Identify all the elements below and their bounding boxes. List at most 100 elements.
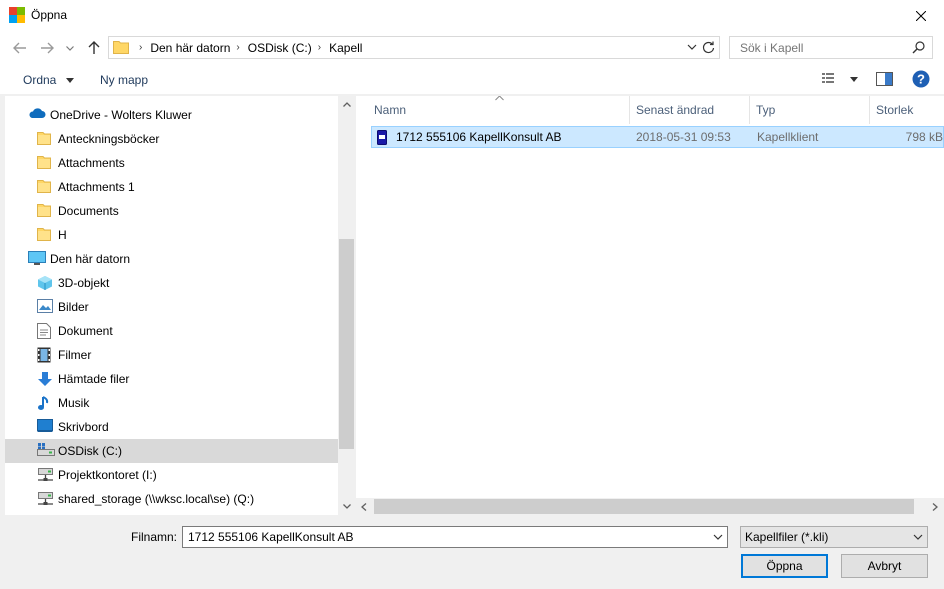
address-bar[interactable]: › Den här datorn › OSDisk (C:) › Kapell	[108, 36, 720, 59]
sidebar-item-label: Filmer	[58, 348, 92, 362]
sidebar-item[interactable]: Musik	[5, 391, 338, 415]
column-header-name[interactable]: Namn	[374, 96, 406, 124]
open-button[interactable]: Öppna	[741, 554, 828, 578]
chevron-left-icon[interactable]	[361, 503, 367, 511]
pictures-icon	[37, 299, 53, 315]
sidebar-item[interactable]: Skrivbord	[5, 415, 338, 439]
sidebar-item-label: shared_storage (\\wksc.local\se) (Q:)	[58, 492, 255, 506]
column-divider[interactable]	[629, 96, 630, 124]
window-title: Öppna	[31, 8, 68, 22]
file-row[interactable]: 1712 555106 KapellKonsult AB 2018-05-31 …	[371, 126, 944, 148]
scroll-thumb[interactable]	[374, 499, 914, 514]
sidebar-item-label: Skrivbord	[58, 420, 109, 434]
filename-input[interactable]	[186, 529, 701, 545]
breadcrumb-item-this-pc[interactable]: Den här datorn	[150, 41, 230, 55]
cloud-icon	[28, 107, 46, 123]
network-drive-icon	[37, 467, 53, 483]
column-divider[interactable]	[749, 96, 750, 124]
breadcrumb-item-kapell[interactable]: Kapell	[329, 41, 362, 55]
network-drive-icon	[37, 491, 53, 507]
scroll-down-button[interactable]	[338, 498, 355, 515]
folder-icon	[113, 41, 129, 54]
svg-text:?: ?	[917, 72, 925, 87]
sidebar-item[interactable]: Attachments 1	[5, 175, 338, 199]
sidebar-item[interactable]: Filmer	[5, 343, 338, 367]
sidebar-item[interactable]: Documents	[5, 199, 338, 223]
view-options-button[interactable]	[821, 71, 859, 88]
column-header-modified[interactable]: Senast ändrad	[636, 96, 714, 124]
file-type: Kapellklient	[757, 130, 819, 144]
sidebar-item[interactable]: H	[5, 223, 338, 247]
drive-icon	[37, 443, 55, 459]
sidebar-item[interactable]: Dokument	[5, 319, 338, 343]
sidebar-item[interactable]: OneDrive - Wolters Kluwer	[5, 103, 338, 127]
sidebar-item[interactable]: Bilder	[5, 295, 338, 319]
chevron-right-icon[interactable]	[932, 503, 938, 511]
filename-combobox[interactable]	[182, 526, 728, 548]
sidebar-item[interactable]: Attachments	[5, 151, 338, 175]
cancel-button[interactable]: Avbryt	[841, 554, 928, 578]
folder-icon	[37, 131, 53, 147]
file-modified: 2018-05-31 09:53	[636, 130, 731, 144]
sidebar-item[interactable]: Projektkontoret (I:)	[5, 463, 338, 487]
column-header-size[interactable]: Storlek	[876, 96, 913, 124]
forward-button[interactable]	[38, 39, 56, 57]
search-box[interactable]	[729, 36, 933, 59]
arrow-up-icon	[88, 41, 100, 54]
sidebar-item[interactable]: shared_storage (\\wksc.local\se) (Q:)	[5, 487, 338, 511]
help-icon: ?	[912, 70, 930, 88]
close-button[interactable]	[898, 0, 944, 31]
sidebar-item-label: Bilder	[58, 300, 89, 314]
film-icon	[37, 347, 53, 363]
computer-icon	[28, 251, 46, 267]
download-icon	[37, 371, 53, 387]
navigation-pane[interactable]: OneDrive - Wolters Kluwer Anteckningsböck…	[5, 96, 338, 515]
scroll-thumb[interactable]	[339, 239, 354, 449]
filetype-select[interactable]: Kapellfiler (*.kli)	[740, 526, 928, 548]
sidebar-item[interactable]: 3D-objekt	[5, 271, 338, 295]
file-list[interactable]: Namn Senast ändrad Typ Storlek 1712 5551…	[356, 96, 944, 515]
scroll-up-button[interactable]	[338, 96, 355, 113]
sidebar-item[interactable]: Den här datorn	[5, 247, 338, 271]
sidebar-item-label: Den här datorn	[50, 252, 131, 266]
search-input[interactable]	[738, 39, 908, 56]
column-header-type[interactable]: Typ	[756, 96, 775, 124]
help-button[interactable]: ?	[912, 70, 930, 91]
chevron-down-icon[interactable]	[713, 532, 723, 542]
filetype-value: Kapellfiler (*.kli)	[745, 530, 829, 544]
sidebar-item-label: Dokument	[58, 324, 113, 338]
arrow-left-icon	[13, 42, 26, 54]
column-divider[interactable]	[869, 96, 870, 124]
sidebar-item[interactable]: OSDisk (C:)	[5, 439, 338, 463]
file-name: 1712 555106 KapellKonsult AB	[396, 130, 562, 144]
sidebar-item-label: H	[58, 228, 67, 242]
folder-icon	[37, 227, 53, 243]
app-icon	[9, 7, 25, 23]
recent-locations-button[interactable]	[64, 39, 76, 57]
organize-menu[interactable]: Ordna	[23, 73, 74, 87]
preview-pane-button[interactable]	[876, 72, 894, 89]
organize-label: Ordna	[23, 73, 57, 87]
sort-ascending-icon	[495, 96, 504, 101]
search-icon[interactable]	[912, 41, 925, 54]
folder-icon	[37, 203, 53, 219]
refresh-icon[interactable]	[701, 40, 716, 55]
breadcrumb-separator: ›	[236, 42, 240, 53]
navigation-pane-scrollbar[interactable]	[338, 96, 355, 515]
kapell-file-icon	[377, 130, 387, 145]
chevron-down-icon[interactable]	[687, 41, 697, 54]
filename-label: Filnamn:	[131, 530, 178, 544]
command-bar: Ordna Ny mapp ?	[0, 65, 944, 95]
details-view-icon	[822, 73, 834, 83]
breadcrumb-item-osdisk[interactable]: OSDisk (C:)	[248, 41, 312, 55]
folder-icon	[37, 155, 53, 171]
sidebar-item[interactable]: Anteckningsböcker	[5, 127, 338, 151]
up-button[interactable]	[85, 39, 103, 57]
preview-pane-icon	[876, 72, 893, 86]
sidebar-item[interactable]: Hämtade filer	[5, 367, 338, 391]
back-button[interactable]	[11, 39, 29, 57]
chevron-down-icon	[65, 78, 74, 84]
sidebar-item-label: OneDrive - Wolters Kluwer	[50, 108, 192, 122]
file-list-horizontal-scrollbar[interactable]	[356, 498, 944, 515]
new-folder-button[interactable]: Ny mapp	[100, 73, 148, 87]
